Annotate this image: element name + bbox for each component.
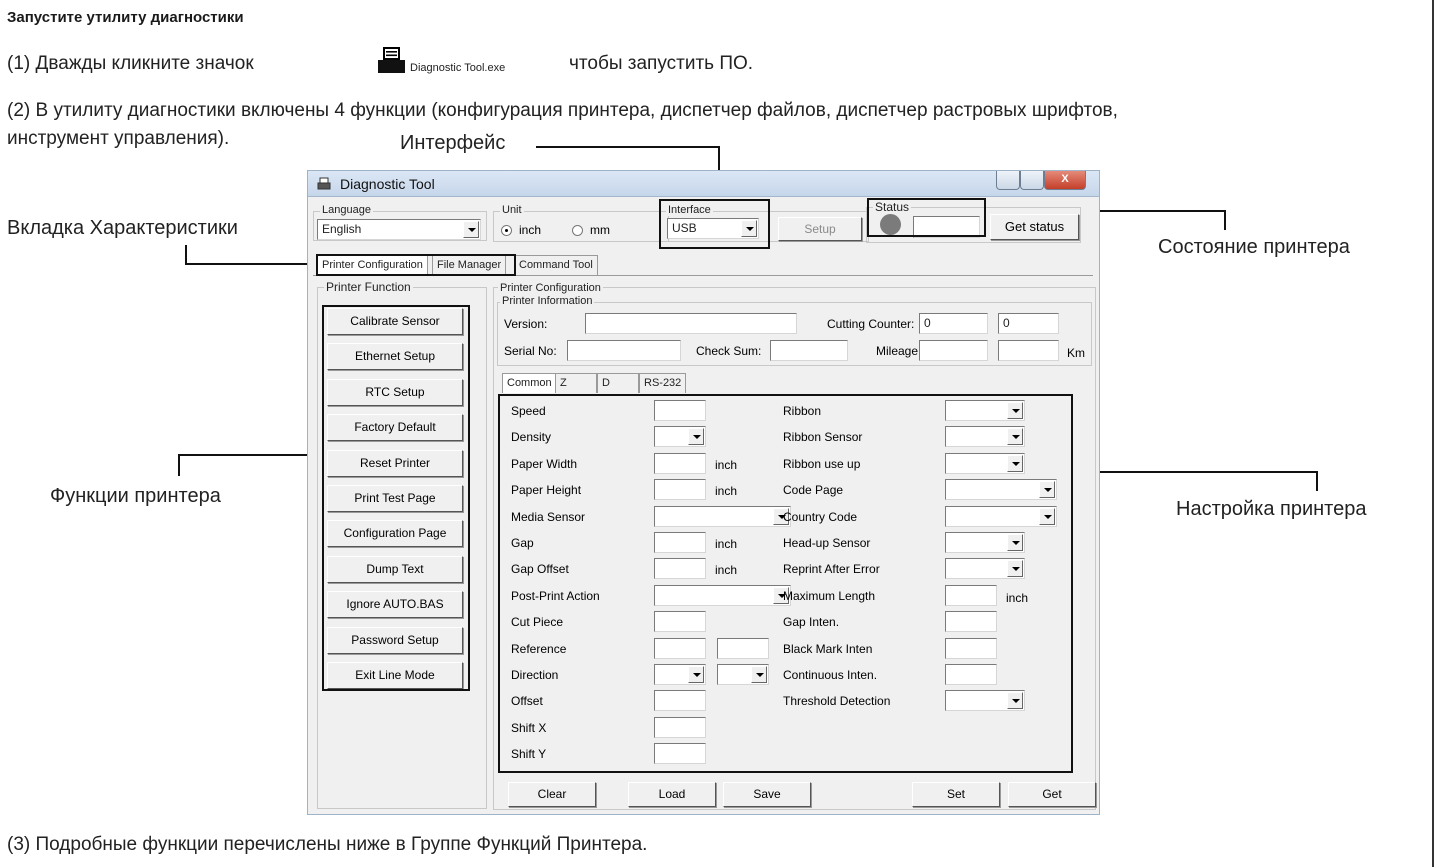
- cutting-counter-field[interactable]: 0: [919, 313, 988, 334]
- leader-line: [178, 454, 324, 456]
- subtab-rs-232[interactable]: RS-232: [639, 373, 687, 393]
- close-icon: X: [1061, 173, 1069, 185]
- subtab-d[interactable]: D: [597, 373, 639, 393]
- annotation-status: Состояние принтера: [1158, 236, 1350, 258]
- set-button[interactable]: Set: [912, 782, 1000, 807]
- leader-line: [536, 146, 720, 148]
- mileage-field-2[interactable]: [998, 340, 1059, 361]
- check-sum-field[interactable]: [770, 340, 848, 361]
- step-1-text: (1) Дважды кликните значок: [7, 53, 254, 74]
- minimize-button[interactable]: [996, 171, 1020, 190]
- printer-information-label: Printer Information: [500, 295, 595, 307]
- subtab-common[interactable]: Common: [502, 373, 557, 393]
- cutting-counter-value-2: 0: [1003, 316, 1010, 330]
- document-heading: Запустите утилиту диагностики: [7, 9, 244, 26]
- interface-highlight: [659, 199, 770, 249]
- clear-button[interactable]: Clear: [508, 782, 596, 807]
- tabs-highlight: [316, 254, 516, 276]
- title-bar: Diagnostic Tool X: [308, 171, 1099, 197]
- version-field[interactable]: [585, 313, 797, 334]
- mileage-field[interactable]: [919, 340, 988, 361]
- cutting-counter-label: Cutting Counter:: [827, 317, 915, 331]
- sub-tabs: Common Z D RS-232: [502, 373, 722, 394]
- mileage-label: Mileage:: [876, 344, 922, 358]
- unit-inch-radio[interactable]: [501, 225, 512, 236]
- page-right-border: [1432, 0, 1434, 867]
- printer-icon: [378, 47, 405, 73]
- window-title: Diagnostic Tool: [340, 176, 435, 192]
- leader-line: [1224, 210, 1226, 230]
- serial-no-label: Serial No:: [504, 344, 557, 358]
- exe-file-label: Diagnostic Tool.exe: [410, 62, 506, 74]
- leader-line: [185, 263, 316, 265]
- unit-label: Unit: [500, 204, 524, 216]
- app-icon: [317, 177, 331, 190]
- leader-line: [1316, 471, 1318, 491]
- load-button[interactable]: Load: [628, 782, 716, 807]
- tab-command-tool[interactable]: Command Tool: [514, 255, 598, 275]
- step-1-text-end: чтобы запустить ПО.: [569, 53, 754, 74]
- close-button[interactable]: X: [1044, 171, 1086, 190]
- leader-line: [1072, 471, 1318, 473]
- annotation-interface: Интерфейс: [400, 132, 506, 154]
- get-button[interactable]: Get: [1008, 782, 1096, 807]
- annotation-functions: Функции принтера: [50, 485, 221, 507]
- step-2-text: (2) В утилиту диагностики включены 4 фун…: [7, 100, 1118, 121]
- language-value: English: [322, 222, 362, 236]
- unit-inch-label: inch: [519, 223, 542, 237]
- annotation-tabs: Вкладка Характеристики: [7, 217, 238, 239]
- setup-button[interactable]: Setup: [778, 217, 862, 241]
- save-button[interactable]: Save: [723, 782, 811, 807]
- check-sum-label: Check Sum:: [696, 344, 762, 358]
- maximize-button[interactable]: [1020, 171, 1044, 190]
- status-highlight: [867, 198, 986, 237]
- subtab-z[interactable]: Z: [555, 373, 597, 393]
- cutting-counter-value: 0: [924, 316, 931, 330]
- language-select[interactable]: English: [317, 219, 481, 240]
- annotation-settings: Настройка принтера: [1176, 498, 1367, 520]
- step-2-text-cont: инструмент управления).: [7, 128, 230, 149]
- get-status-button[interactable]: Get status: [990, 214, 1079, 240]
- leader-line: [185, 245, 187, 265]
- unit-mm-label: mm: [590, 223, 610, 237]
- version-label: Version:: [504, 317, 548, 331]
- printer-configuration-label: Printer Configuration: [498, 282, 603, 294]
- km-label: Km: [1067, 346, 1085, 360]
- printer-function-label: Printer Function: [324, 280, 413, 294]
- step-3-text: (3) Подробные функции перечислены ниже в…: [7, 834, 648, 855]
- serial-no-field[interactable]: [567, 340, 681, 361]
- chevron-down-icon[interactable]: [463, 221, 479, 238]
- functions-highlight: [322, 305, 470, 691]
- settings-highlight: [498, 394, 1073, 773]
- leader-line: [178, 454, 180, 476]
- cutting-counter-field-2[interactable]: 0: [998, 313, 1059, 334]
- language-label: Language: [320, 204, 373, 216]
- unit-mm-radio[interactable]: [572, 225, 583, 236]
